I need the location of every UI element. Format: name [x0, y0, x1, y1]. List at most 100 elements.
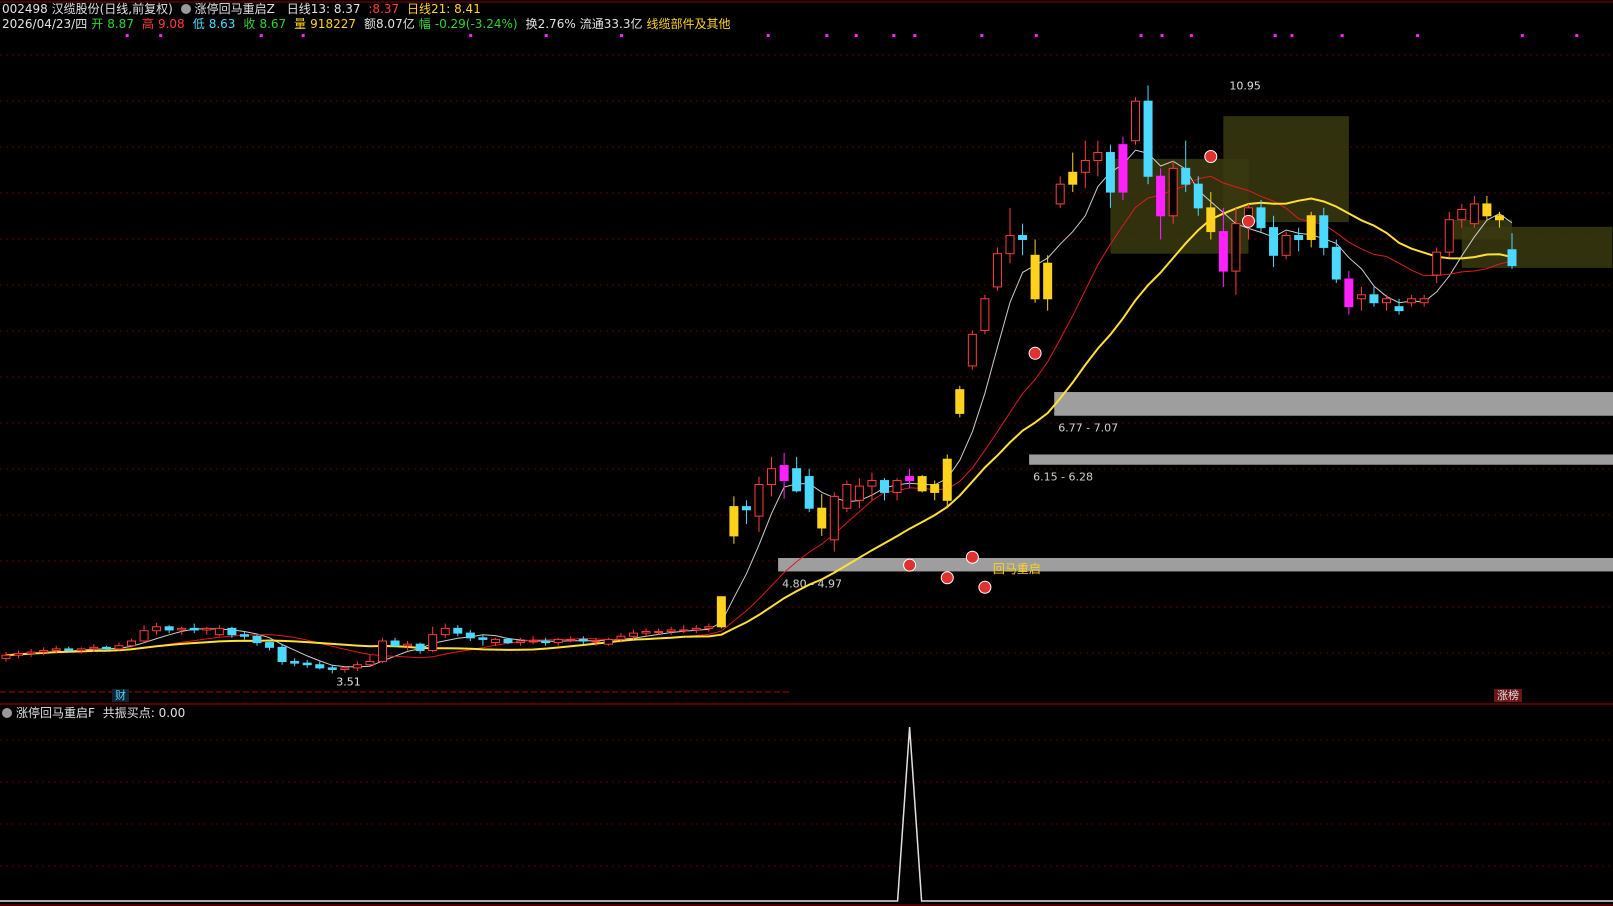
- price-zone: [1029, 454, 1613, 465]
- top-marker: [825, 34, 829, 37]
- change-label: 幅 -0.29(-3.24%): [418, 17, 518, 31]
- candle-body: [1, 654, 11, 659]
- candle-body: [428, 634, 438, 651]
- candle-body: [390, 640, 400, 647]
- candle-body: [189, 627, 199, 631]
- candle-body: [1093, 152, 1103, 161]
- candle-body: [1218, 231, 1228, 272]
- candle-body: [666, 629, 676, 633]
- candle-body: [164, 626, 174, 631]
- candle-body: [729, 506, 739, 537]
- ma21-label: 日线21: 8.41: [406, 2, 481, 16]
- low-label: 低 8.63: [192, 17, 236, 31]
- signal-marker: [965, 550, 979, 564]
- candle-body: [101, 646, 111, 650]
- kline-chart[interactable]: 4.80 - 4.976.15 - 6.286.77 - 7.0710.953.…: [0, 0, 1613, 906]
- candle-body: [1030, 254, 1040, 300]
- candle-body: [1319, 215, 1329, 248]
- candle-body: [1005, 235, 1015, 255]
- top-marker: [1290, 34, 1294, 37]
- sector-link[interactable]: 线缆部件及其他: [646, 17, 730, 31]
- top-marker: [892, 34, 896, 37]
- stock-title[interactable]: 002498 汉缆股份(日线,前复权): [2, 2, 173, 16]
- candle-body: [591, 640, 601, 643]
- candle-body: [1344, 278, 1354, 308]
- candle-body: [842, 484, 852, 509]
- settings-icon[interactable]: [180, 4, 191, 14]
- candle-body: [302, 662, 312, 666]
- candle-body: [1306, 215, 1316, 240]
- candle-body: [415, 643, 425, 651]
- candle-body: [1193, 183, 1203, 209]
- candle-body: [1281, 235, 1291, 256]
- top-marker: [980, 34, 984, 37]
- candle-body: [829, 495, 839, 541]
- candle-body: [327, 667, 337, 670]
- candle-body: [1256, 207, 1266, 229]
- candle-body: [1482, 203, 1492, 217]
- candle-body: [1507, 249, 1517, 267]
- candle-body: [478, 637, 488, 640]
- candle-body: [942, 458, 952, 501]
- candle-body: [804, 476, 814, 509]
- candle-body: [992, 253, 1002, 288]
- candle-body: [1269, 227, 1279, 256]
- date-label: 2026/04/23/四: [2, 17, 88, 31]
- candle-body: [892, 480, 902, 493]
- limit-rank-marker[interactable]: 涨榜: [1494, 689, 1522, 702]
- candle-body: [39, 649, 49, 653]
- sub-indicator-title[interactable]: 涨停回马重启F: [16, 706, 95, 720]
- candle-body: [1206, 207, 1216, 233]
- candle-body: [767, 468, 777, 486]
- volume-label: 量 918227: [294, 17, 356, 31]
- candle-body: [352, 664, 362, 669]
- candle-body: [340, 667, 350, 670]
- candle-body: [127, 640, 136, 647]
- candle-body: [403, 643, 413, 647]
- candle-body: [1494, 215, 1504, 221]
- candle-body: [516, 640, 526, 644]
- candle-body: [541, 640, 551, 644]
- top-marker: [1340, 34, 1344, 37]
- candle-body: [528, 640, 538, 643]
- candle-body: [955, 389, 965, 414]
- candle-body: [440, 627, 450, 636]
- candle-body: [1018, 235, 1028, 240]
- ma21-line: [5, 197, 1513, 657]
- candle-body: [252, 635, 262, 644]
- candle-body: [691, 627, 701, 631]
- indicator-name[interactable]: 涨停回马重启Z: [180, 2, 279, 16]
- candle-body: [1168, 167, 1178, 217]
- top-marker: [1273, 34, 1277, 37]
- sub-indicator-header: 涨停回马重启F 共振买点: 0.00: [2, 705, 189, 721]
- candle-body: [1294, 235, 1304, 240]
- candle-body: [1369, 294, 1379, 304]
- candle-body: [14, 653, 24, 656]
- candle-body: [114, 645, 124, 650]
- fin-marker[interactable]: 财: [112, 689, 129, 702]
- candle-body: [1156, 175, 1166, 217]
- candle-body: [967, 333, 977, 367]
- signal-marker: [1028, 346, 1042, 360]
- header-line-2: 2026/04/23/四开 8.87 高 9.08 低 8.63 收 8.67 量 918227 额…: [2, 16, 734, 32]
- candle-body: [1444, 219, 1454, 253]
- candle-body: [26, 651, 36, 655]
- top-marker: [1520, 34, 1524, 37]
- candle-body: [754, 484, 764, 517]
- top-marker: [544, 34, 548, 37]
- candle-body: [315, 664, 325, 669]
- settings-icon[interactable]: [2, 708, 12, 718]
- candle-body: [1382, 298, 1391, 304]
- high-annotation: 10.95: [1229, 79, 1261, 92]
- candle-body: [741, 506, 751, 511]
- candle-body: [1143, 100, 1153, 177]
- candle-body: [202, 627, 212, 631]
- candle-body: [64, 648, 74, 651]
- header-line-1: 002498 汉缆股份(日线,前复权) 涨停回马重启Z 日线13: 8.37 :…: [2, 1, 485, 17]
- candle-body: [1231, 223, 1241, 272]
- candle-body: [854, 485, 864, 501]
- candle-body: [792, 468, 802, 492]
- candle-body: [905, 476, 915, 482]
- top-marker: [1189, 34, 1193, 37]
- top-marker: [766, 34, 770, 37]
